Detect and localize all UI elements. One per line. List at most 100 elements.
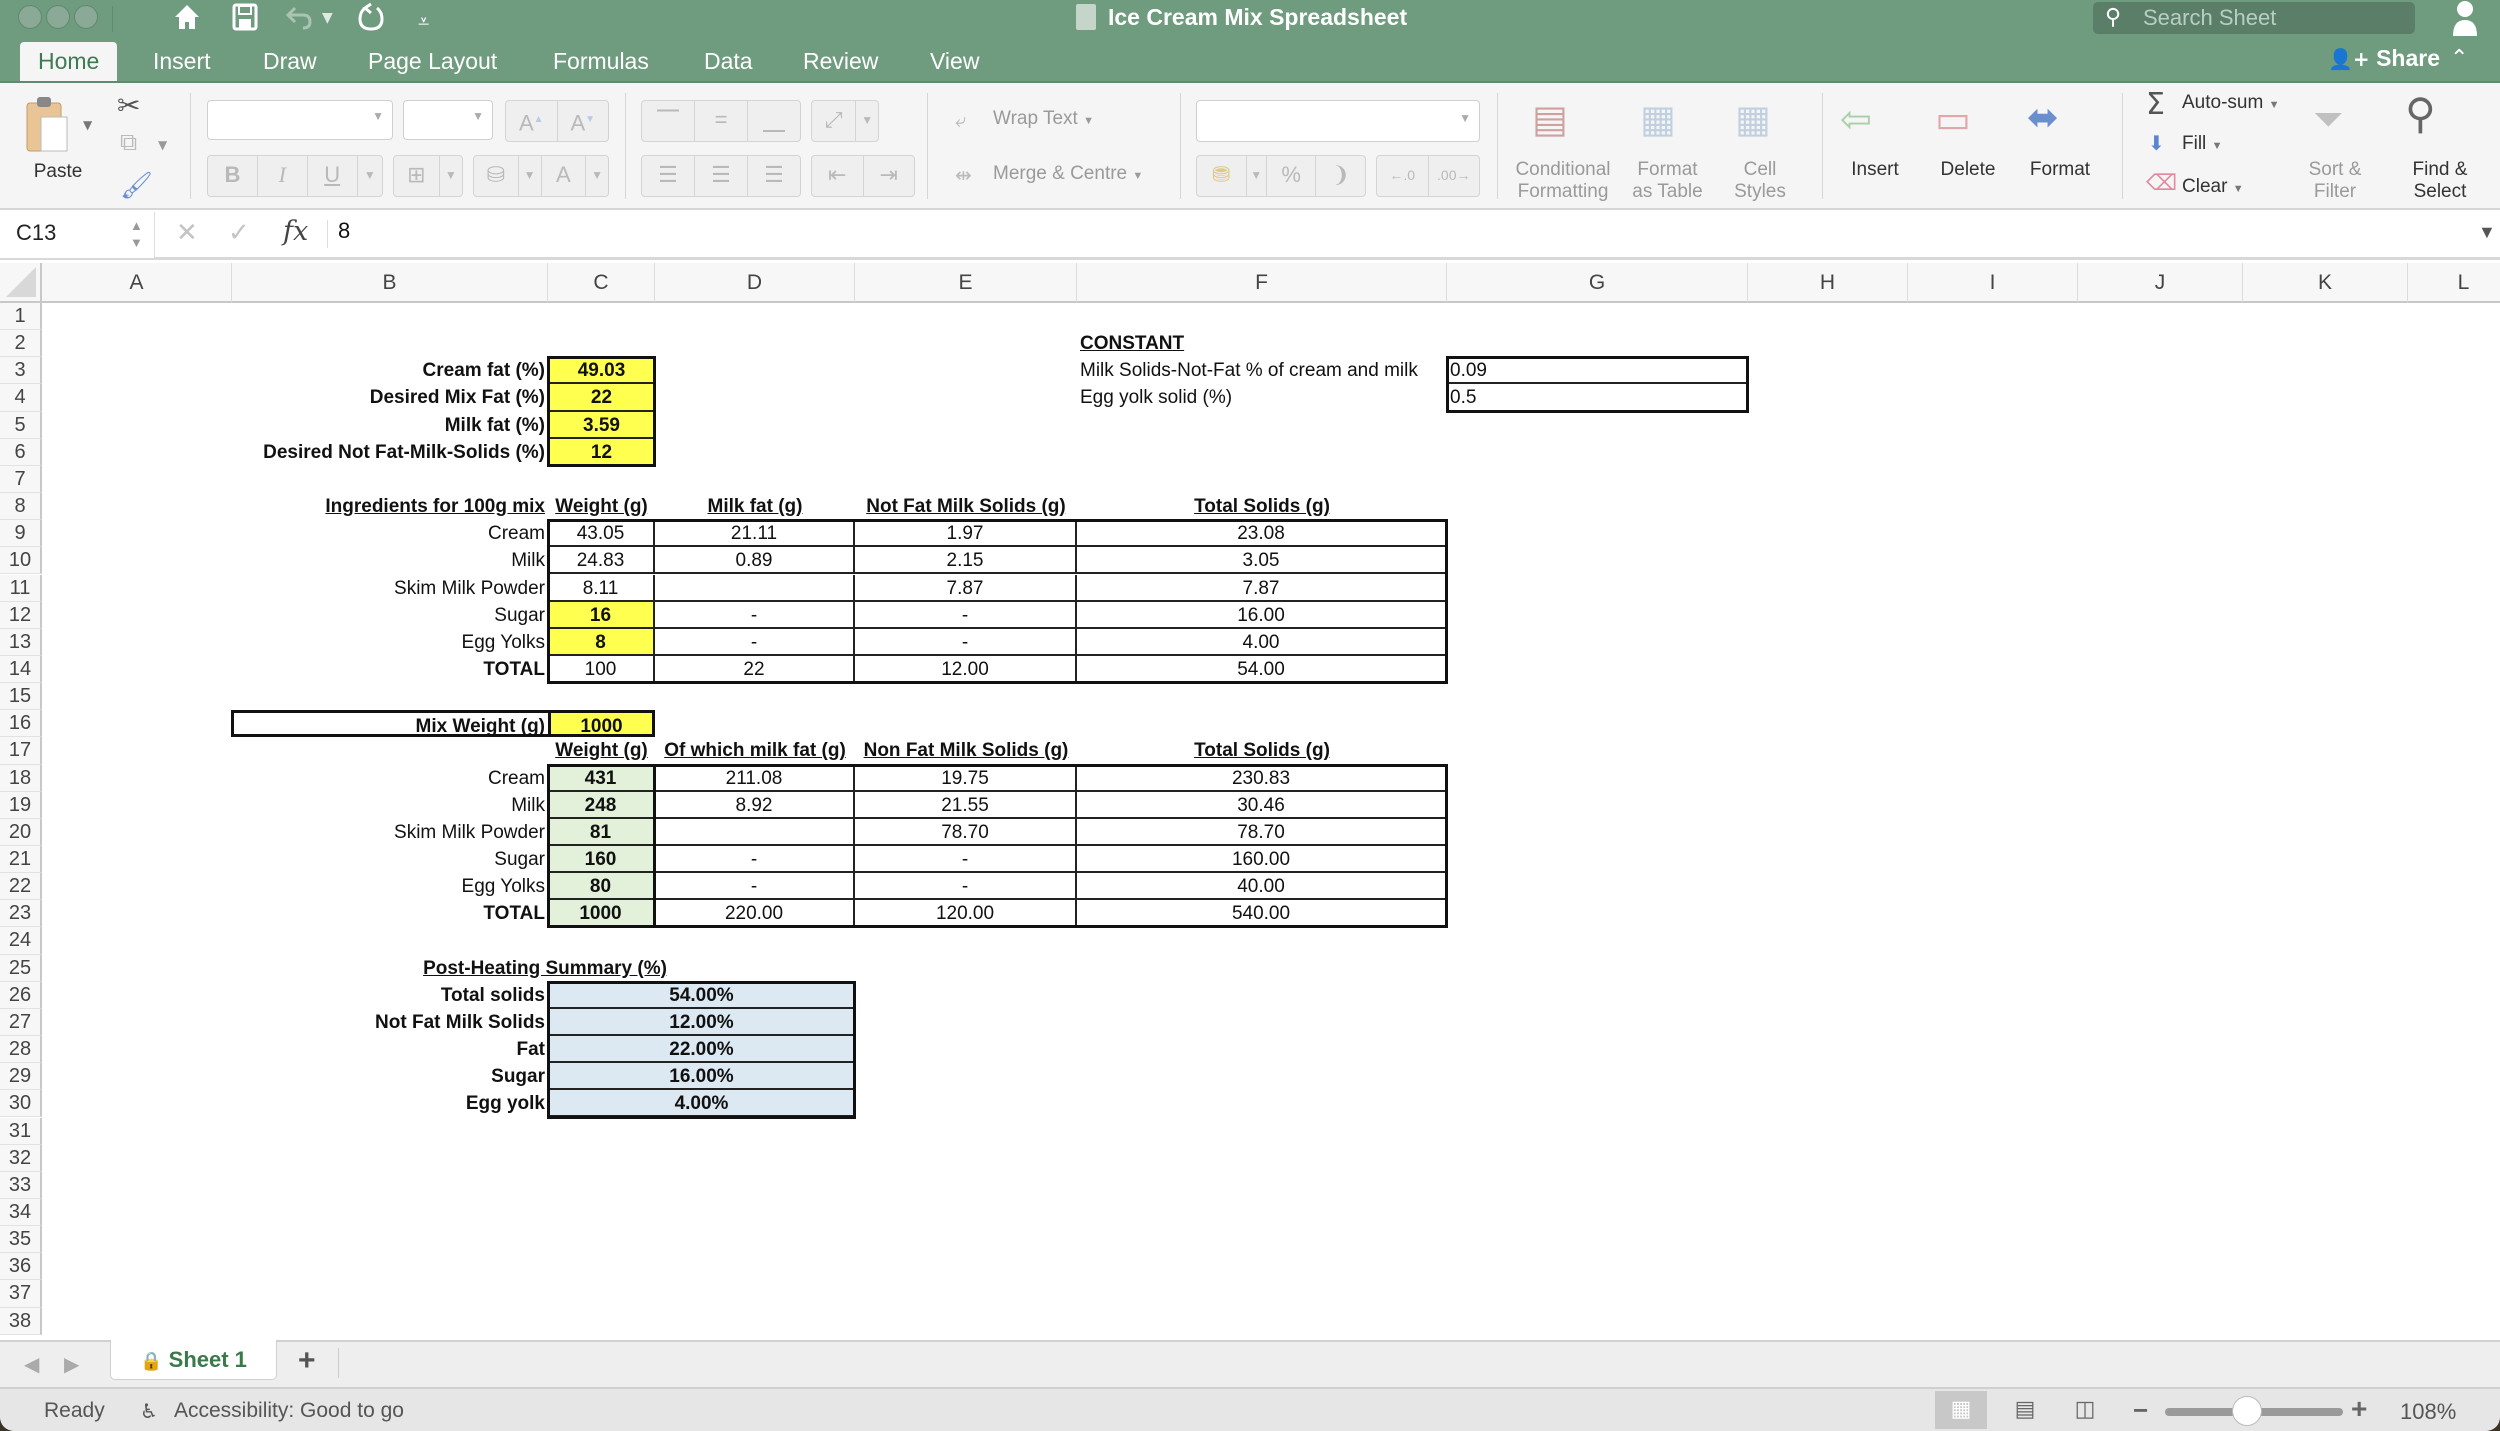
insert-function-icon[interactable]: fx: [283, 216, 308, 247]
column-header-a[interactable]: A: [42, 263, 232, 303]
mix-cell[interactable]: 540.00: [1077, 900, 1447, 928]
table100-row-label[interactable]: Egg Yolks: [232, 629, 548, 656]
constant-egg-yolk-value[interactable]: 0.5: [1447, 384, 1748, 411]
accessibility-status[interactable]: Accessibility: Good to go: [174, 1399, 404, 1423]
row-header-20[interactable]: 20: [0, 818, 42, 846]
increase-font-size-button[interactable]: A▲: [506, 101, 558, 141]
row-header-29[interactable]: 29: [0, 1063, 42, 1091]
percent-style-button[interactable]: %: [1267, 156, 1317, 196]
summary-heading[interactable]: Post-Heating Summary (%): [380, 955, 710, 982]
table100-cell[interactable]: 1.97: [855, 520, 1077, 548]
mix-row-label[interactable]: Egg Yolks: [232, 873, 548, 900]
input-value-3[interactable]: 49.03: [548, 357, 655, 385]
mix-header-3[interactable]: Total Solids (g): [1077, 737, 1447, 764]
column-header-b[interactable]: B: [232, 263, 548, 303]
paste-dropdown-icon[interactable]: ▼: [83, 118, 92, 132]
cancel-formula-icon[interactable]: ✕: [176, 218, 198, 248]
table100-cell[interactable]: 16: [548, 601, 655, 629]
column-header-k[interactable]: K: [2243, 263, 2408, 303]
underline-button[interactable]: U: [308, 156, 358, 196]
row-header-32[interactable]: 32: [0, 1144, 42, 1172]
row-header-14[interactable]: 14: [0, 655, 42, 684]
input-label-5[interactable]: Milk fat (%): [232, 412, 548, 439]
mix-cell[interactable]: -: [655, 846, 855, 874]
summary-value[interactable]: 12.00%: [548, 1008, 855, 1037]
add-sheet-button[interactable]: +: [298, 1344, 316, 1378]
input-label-3[interactable]: Cream fat (%): [232, 357, 548, 384]
align-middle-button[interactable]: =: [695, 101, 748, 141]
row-header-6[interactable]: 6: [0, 438, 42, 466]
row-header-34[interactable]: 34: [0, 1198, 42, 1227]
redo-icon[interactable]: [357, 2, 385, 32]
row-header-24[interactable]: 24: [0, 927, 42, 955]
comma-style-button[interactable]: ❩: [1316, 156, 1365, 196]
column-header-l[interactable]: L: [2408, 263, 2500, 303]
select-all-button[interactable]: [0, 263, 42, 303]
table100-row-label[interactable]: Sugar: [232, 602, 548, 629]
tab-draw[interactable]: Draw: [245, 42, 335, 81]
table100-cell[interactable]: 16.00: [1077, 601, 1447, 629]
font-color-dropdown-icon[interactable]: ▼: [586, 156, 608, 196]
input-value-6[interactable]: 12: [548, 438, 655, 466]
table100-header-ingredients[interactable]: Ingredients for 100g mix: [232, 493, 548, 520]
page-break-view-button[interactable]: ◫: [2059, 1391, 2111, 1429]
constant-egg-yolk-label[interactable]: Egg yolk solid (%): [1077, 384, 1447, 411]
column-header-i[interactable]: I: [1908, 263, 2078, 303]
bold-button[interactable]: B: [208, 156, 258, 196]
mix-cell[interactable]: 230.83: [1077, 764, 1447, 792]
row-header-1[interactable]: 1: [0, 303, 42, 331]
undo-icon[interactable]: [285, 4, 313, 30]
table100-cell[interactable]: -: [855, 601, 1077, 629]
row-header-3[interactable]: 3: [0, 357, 42, 385]
mix-cell[interactable]: 120.00: [855, 900, 1077, 928]
mix-cell[interactable]: 1000: [548, 900, 655, 928]
mix-cell[interactable]: [655, 818, 855, 846]
table100-header-3[interactable]: Not Fat Milk Solids (g): [855, 493, 1077, 520]
row-header-15[interactable]: 15: [0, 683, 42, 711]
zoom-slider-thumb[interactable]: [2231, 1396, 2262, 1426]
row-header-38[interactable]: 38: [0, 1307, 42, 1335]
underline-dropdown-icon[interactable]: ▼: [358, 156, 382, 196]
copy-dropdown-icon[interactable]: ▼: [158, 138, 167, 152]
constant-msnf-value[interactable]: 0.09: [1447, 357, 1748, 385]
row-header-2[interactable]: 2: [0, 330, 42, 358]
row-header-23[interactable]: 23: [0, 900, 42, 928]
row-header-27[interactable]: 27: [0, 1008, 42, 1037]
zoom-in-button[interactable]: +: [2351, 1393, 2367, 1425]
wrap-text-button[interactable]: Wrap Text ▼: [993, 108, 1094, 132]
row-header-22[interactable]: 22: [0, 873, 42, 901]
table100-cell[interactable]: 8.11: [548, 574, 655, 602]
fill-color-icon[interactable]: ⛁: [474, 156, 519, 196]
table100-cell[interactable]: 4.00: [1077, 628, 1447, 656]
spreadsheet-grid[interactable]: ABCDEFGHIJKL 1 2 3 4 5 6 7 8 9 10 11 12 13 14 15 16 17 18…: [0, 263, 2500, 1340]
font-name-dropdown[interactable]: ▼: [207, 100, 393, 140]
row-header-9[interactable]: 9: [0, 520, 42, 548]
constant-msnf-label[interactable]: Milk Solids-Not-Fat % of cream and milk: [1077, 357, 1447, 384]
tab-page-layout[interactable]: Page Layout: [350, 42, 515, 81]
table100-header-4[interactable]: Total Solids (g): [1077, 493, 1447, 520]
copy-icon[interactable]: ⧉: [120, 128, 137, 156]
row-header-16[interactable]: 16: [0, 710, 42, 738]
summary-label[interactable]: Egg yolk: [232, 1090, 548, 1117]
table100-cell[interactable]: -: [655, 601, 855, 629]
tab-data[interactable]: Data: [686, 42, 771, 81]
tab-insert[interactable]: Insert: [135, 42, 229, 81]
row-header-26[interactable]: 26: [0, 981, 42, 1009]
italic-button[interactable]: I: [258, 156, 308, 196]
column-header-d[interactable]: D: [655, 263, 855, 303]
column-header-e[interactable]: E: [855, 263, 1077, 303]
table100-cell[interactable]: 7.87: [1077, 574, 1447, 602]
mix-cell[interactable]: 8.92: [655, 791, 855, 819]
borders-button[interactable]: ⊞ ▼: [393, 155, 463, 197]
row-header-11[interactable]: 11: [0, 574, 42, 602]
mix-cell[interactable]: 248: [548, 791, 655, 819]
table100-cell[interactable]: 2.15: [855, 547, 1077, 575]
input-value-5[interactable]: 3.59: [548, 411, 655, 439]
table100-cell[interactable]: 23.08: [1077, 520, 1447, 548]
mix-header-2[interactable]: Non Fat Milk Solids (g): [855, 737, 1077, 764]
mix-header-1[interactable]: Of which milk fat (g): [655, 737, 855, 764]
mix-cell[interactable]: 40.00: [1077, 873, 1447, 901]
row-header-12[interactable]: 12: [0, 601, 42, 629]
align-center-button[interactable]: ☰: [695, 156, 748, 196]
zoom-out-button[interactable]: −: [2133, 1395, 2148, 1426]
